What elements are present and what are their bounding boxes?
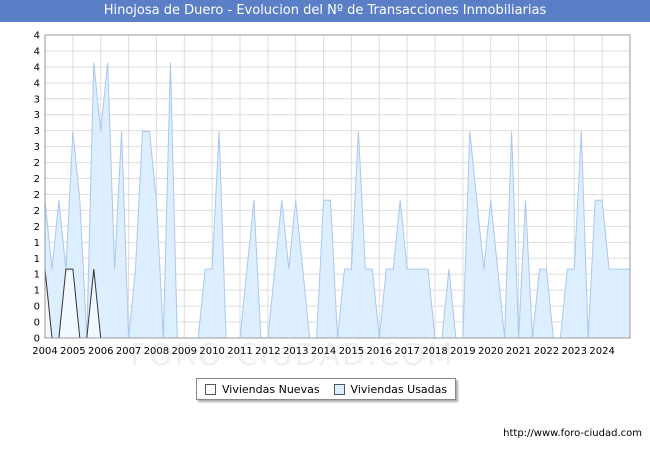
y-tick-label: 1 [34,238,40,249]
x-tick-label: 2015 [339,346,364,357]
legend-label-usadas: Viviendas Usadas [350,382,448,396]
x-tick-label: 2012 [255,346,280,357]
y-tick-label: 3 [34,94,40,105]
x-tick-label: 2016 [367,346,392,357]
y-tick-label: 1 [34,286,40,297]
y-tick-label: 2 [34,206,40,217]
y-axis-ticks: 0 0 0 1 1 1 1 2 2 2 2 2 3 3 3 3 4 4 4 4 [34,31,40,345]
y-tick-label: 3 [34,126,40,137]
y-tick-label: 1 [34,254,40,265]
y-tick-label: 4 [34,78,40,89]
legend-swatch-usadas [333,383,345,395]
x-tick-label: 2007 [116,346,141,357]
series-areas [44,62,630,339]
legend-label-nuevas: Viviendas Nuevas [222,382,320,396]
y-tick-label: 4 [34,46,40,57]
y-tick-label: 2 [34,222,40,233]
y-tick-label: 2 [34,158,40,169]
x-tick-label: 2023 [562,346,587,357]
x-tick-label: 2018 [422,346,447,357]
x-tick-label: 2011 [227,346,252,357]
y-tick-label: 4 [34,31,40,42]
legend-item-usadas: Viviendas Usadas [333,382,448,396]
x-tick-label: 2024 [589,346,614,357]
y-tick-label: 3 [34,142,40,153]
y-tick-label: 1 [34,270,40,281]
x-tick-label: 2006 [88,346,113,357]
x-tick-label: 2005 [60,346,85,357]
legend-item-nuevas: Viviendas Nuevas [205,383,320,396]
x-tick-label: 2021 [506,346,531,357]
x-tick-label: 2009 [172,346,197,357]
legend-swatch-nuevas [205,383,216,395]
y-tick-label: 2 [34,174,40,185]
x-tick-label: 2019 [450,346,475,357]
x-tick-label: 2013 [283,346,308,357]
y-tick-label: 3 [34,110,40,121]
x-tick-label: 2022 [534,346,559,357]
y-tick-label: 0 [34,334,40,345]
x-tick-label: 2008 [144,346,169,357]
legend: Viviendas Nuevas Viviendas Usadas [196,378,456,400]
source-link[interactable]: http://www.foro-ciudad.com [503,428,642,439]
x-tick-label: 2014 [311,346,336,357]
x-tick-label: 2010 [199,346,224,357]
y-tick-label: 4 [34,62,40,73]
y-tick-label: 0 [34,302,40,313]
y-tick-label: 0 [34,318,40,329]
x-tick-label: 2004 [32,346,57,357]
y-tick-label: 2 [34,190,40,201]
x-tick-label: 2020 [478,346,503,357]
x-axis-ticks: 2004 2005 2006 2007 2008 2009 2010 2011 2012 2013… [32,346,615,357]
x-tick-label: 2017 [394,346,419,357]
